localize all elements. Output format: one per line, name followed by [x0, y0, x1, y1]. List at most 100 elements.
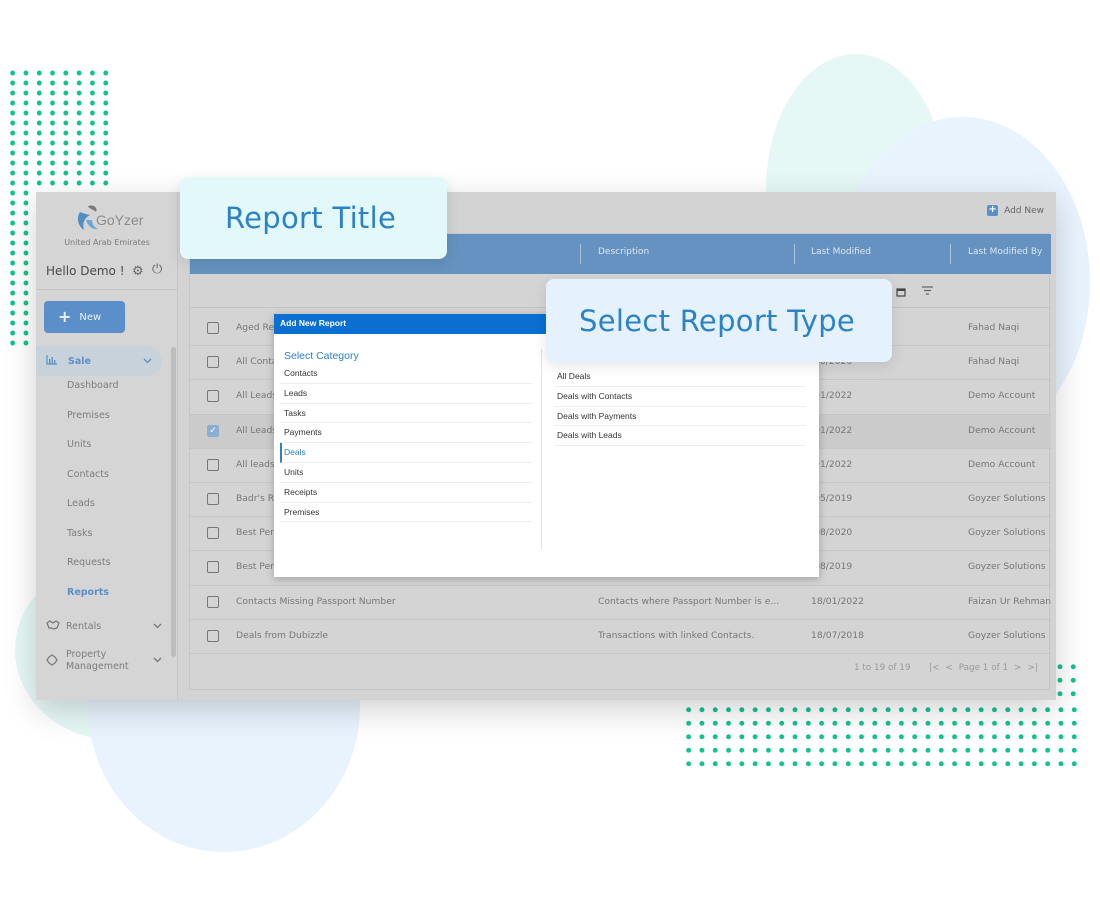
sidebar: GoYzer United Arab Emirates Hello Demo !… [36, 192, 178, 700]
report-type-deals-with-contacts[interactable]: Deals with Contacts [554, 387, 806, 407]
brand-logo: GoYzer [74, 198, 144, 238]
sidebar-item-sale[interactable]: Sale [36, 346, 162, 376]
sidebar-item-label: Property Management [66, 649, 129, 672]
sidebar-item-property-management[interactable]: Property Management [46, 649, 166, 673]
row-checkbox[interactable] [207, 390, 219, 403]
sidebar-item-requests[interactable]: Requests [67, 557, 119, 587]
property-icon [46, 653, 66, 669]
row-checkbox[interactable] [207, 629, 219, 642]
category-list: Select Category Contacts Leads Tasks Pay… [280, 350, 532, 523]
cell-title: Best Perf [236, 561, 278, 573]
column-separator [950, 244, 951, 264]
sidebar-item-premises[interactable]: Premises [67, 410, 119, 440]
category-item-contacts[interactable]: Contacts [280, 364, 532, 384]
add-square-icon: + [987, 204, 999, 216]
row-checkbox[interactable] [207, 356, 219, 369]
report-title-callout: Report Title [180, 177, 447, 259]
category-item-units[interactable]: Units [280, 463, 532, 483]
power-icon[interactable]: ⏻ [152, 262, 162, 277]
category-item-receipts[interactable]: Receipts [280, 483, 532, 503]
chevron-down-icon [143, 357, 152, 366]
row-checkbox[interactable] [207, 595, 219, 608]
new-button[interactable]: + New [44, 301, 125, 333]
handshake-icon [46, 620, 66, 633]
brand-name: GoYzer [96, 212, 144, 228]
decorative-dot-grid [682, 703, 1082, 767]
cell-title: All Leads [236, 390, 278, 402]
report-type-deals-with-payments[interactable]: Deals with Payments [554, 407, 806, 427]
row-checkbox[interactable] [207, 458, 219, 471]
first-page-button[interactable]: |< [929, 663, 939, 673]
filter-icon[interactable] [922, 285, 933, 298]
select-report-type-callout: Select Report Type [546, 279, 892, 362]
cell-last-modified: 18/01/2022 [811, 595, 864, 607]
column-separator [794, 244, 795, 264]
gear-icon[interactable]: ⚙ [132, 264, 144, 279]
chevron-down-icon [153, 622, 162, 631]
add-new-button[interactable]: + Add New [987, 205, 1044, 216]
sidebar-item-leads[interactable]: Leads [67, 498, 119, 528]
cell-title: Aged Re [236, 322, 275, 333]
cell-title: All Leads [236, 424, 278, 436]
divider [541, 349, 542, 549]
row-checkbox-checked[interactable]: ✓ [207, 424, 219, 437]
column-header-description[interactable]: Description [598, 247, 649, 257]
cell-title: All Conta [236, 356, 278, 368]
cell-description: Contacts where Passport Number is e... [598, 595, 780, 607]
category-item-tasks[interactable]: Tasks [280, 404, 532, 424]
category-item-leads[interactable]: Leads [280, 384, 532, 404]
column-header-last-modified[interactable]: Last Modified [811, 247, 871, 257]
sidebar-scrollbar[interactable] [171, 347, 176, 657]
row-checkbox[interactable] [207, 492, 219, 505]
row-checkbox[interactable] [207, 561, 219, 574]
cell-last-modified-by: Goyzer Solutions [968, 527, 1046, 539]
report-type-all-deals[interactable]: All Deals [554, 367, 806, 387]
cell-last-modified-by: Goyzer Solutions [968, 492, 1046, 504]
add-new-label: Add New [1004, 205, 1044, 216]
sidebar-item-units[interactable]: Units [67, 439, 119, 469]
cell-title: Deals from Dubizzle [236, 629, 329, 641]
user-greeting: Hello Demo ! [46, 264, 125, 278]
cell-last-modified-by: Demo Account [968, 424, 1036, 436]
decorative-dot-grid [6, 68, 114, 188]
pager-nav: |< < Page 1 of 1 > >| [929, 663, 1038, 673]
sidebar-item-contacts[interactable]: Contacts [67, 469, 119, 499]
cell-last-modified-by: Fahad Naqi [968, 356, 1020, 368]
cell-last-modified-by: Demo Account [968, 458, 1036, 470]
column-header-last-modified-by[interactable]: Last Modified By [968, 247, 1042, 257]
sidebar-item-reports[interactable]: Reports [67, 587, 119, 617]
sidebar-item-rentals[interactable]: Rentals [46, 620, 166, 633]
sidebar-item-tasks[interactable]: Tasks [67, 528, 119, 558]
cell-last-modified-by: Fahad Naqi [968, 322, 1020, 333]
last-page-button[interactable]: >| [1027, 663, 1037, 673]
report-type-list: All Deals Deals with Contacts Deals with… [554, 367, 806, 447]
row-checkbox[interactable] [207, 322, 219, 334]
chevron-down-icon [153, 655, 162, 667]
row-checkbox[interactable] [207, 527, 219, 540]
previous-page-button[interactable]: < [945, 663, 952, 673]
sidebar-item-dashboard[interactable]: Dashboard [67, 380, 119, 410]
bar-chart-icon [46, 354, 68, 368]
cell-last-modified-by: Demo Account [968, 390, 1036, 402]
sale-submenu: Dashboard Premises Units Contacts Leads … [67, 380, 119, 616]
calendar-icon[interactable] [896, 287, 906, 300]
category-item-deals[interactable]: Deals [280, 443, 532, 463]
new-button-label: New [79, 311, 102, 323]
cell-last-modified-by: Goyzer Solutions [968, 629, 1046, 641]
row-count: 1 to 19 of 19 [854, 663, 911, 673]
cell-last-modified-by: Faizan Ur Rehman [968, 595, 1052, 607]
cell-title: Best Perf [236, 527, 278, 539]
next-page-button[interactable]: > [1014, 663, 1021, 673]
cell-description: Transactions with linked Contacts. [598, 629, 755, 641]
page-indicator: Page 1 of 1 [958, 663, 1009, 673]
cell-title: Contacts Missing Passport Number [236, 595, 396, 607]
column-separator [580, 244, 581, 264]
table-row[interactable]: Deals from Dubizzle Transactions with li… [190, 620, 1051, 654]
report-type-deals-with-leads[interactable]: Deals with Leads [554, 426, 806, 447]
sidebar-item-label: Sale [68, 355, 91, 367]
plus-icon: + [58, 307, 72, 326]
cell-last-modified-by: Goyzer Solutions [968, 561, 1046, 573]
category-item-premises[interactable]: Premises [280, 503, 532, 523]
table-row[interactable]: Contacts Missing Passport Number Contact… [190, 586, 1051, 620]
category-item-payments[interactable]: Payments [280, 423, 532, 444]
